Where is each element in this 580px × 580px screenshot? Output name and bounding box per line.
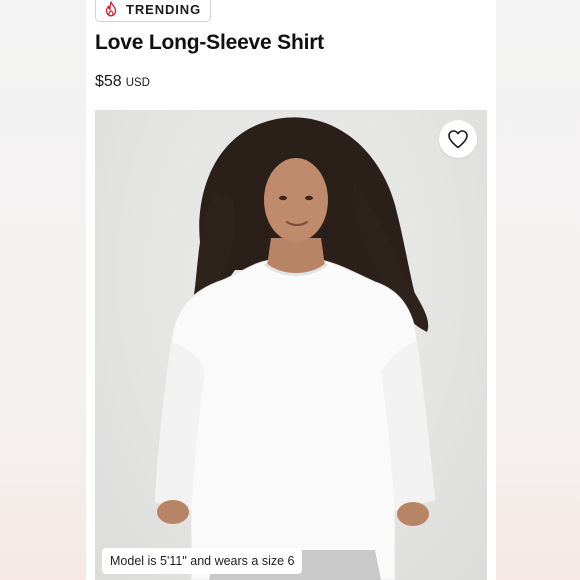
model-photo xyxy=(154,117,436,580)
background-right xyxy=(494,0,580,580)
price-amount: $58 xyxy=(95,73,122,90)
trending-badge: TRENDING xyxy=(95,0,212,22)
trending-label: TRENDING xyxy=(126,1,202,17)
product-price: $58 USD xyxy=(95,73,150,91)
product-image[interactable]: Model is 5'11" and wears a size 6 xyxy=(95,110,487,580)
heart-outline-icon xyxy=(448,130,468,149)
product-title: Love Long-Sleeve Shirt xyxy=(95,31,324,54)
flame-icon xyxy=(105,1,117,17)
favorite-button[interactable] xyxy=(439,120,477,158)
price-currency: USD xyxy=(125,77,150,89)
model-size-caption: Model is 5'11" and wears a size 6 xyxy=(102,548,303,574)
product-page: TRENDING Love Long-Sleeve Shirt $58 USD xyxy=(86,0,496,580)
background-left xyxy=(0,0,86,580)
